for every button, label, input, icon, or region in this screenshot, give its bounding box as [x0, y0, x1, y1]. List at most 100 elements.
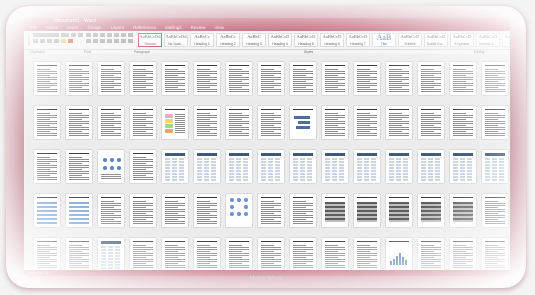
decrease-indent-icon[interactable]	[107, 33, 112, 37]
page-thumbnail[interactable]	[386, 238, 412, 271]
page-thumbnail[interactable]	[194, 194, 220, 227]
font-name-box[interactable]	[33, 33, 59, 37]
bullets-icon[interactable]	[86, 33, 91, 37]
page-thumbnail[interactable]	[354, 106, 380, 139]
page-thumbnail[interactable]	[226, 238, 252, 271]
strikethrough-icon[interactable]	[54, 39, 59, 43]
page-thumbnail[interactable]	[130, 194, 156, 227]
page-thumbnail[interactable]	[386, 150, 412, 183]
page-thumbnail[interactable]	[386, 62, 412, 95]
page-thumbnail[interactable]	[98, 62, 124, 95]
style-no-spac[interactable]: AaBbCcDd No Spac...	[164, 33, 188, 47]
page-thumbnail[interactable]	[162, 106, 188, 139]
page-thumbnail[interactable]	[194, 62, 220, 95]
italic-icon[interactable]	[40, 39, 45, 43]
page-thumbnail[interactable]	[482, 62, 508, 95]
align-left-icon[interactable]	[86, 39, 91, 43]
page-thumbnail[interactable]	[418, 62, 444, 95]
page-thumbnail[interactable]	[450, 194, 476, 227]
page-thumbnail[interactable]	[418, 150, 444, 183]
page-thumbnail[interactable]	[162, 238, 188, 271]
page-thumbnail[interactable]	[66, 194, 92, 227]
page-thumbnail[interactable]	[226, 150, 252, 183]
page-thumbnail[interactable]	[482, 194, 508, 227]
style-heading-5[interactable]: AaBbCcD Heading 5	[294, 33, 318, 47]
page-thumbnail[interactable]	[386, 106, 412, 139]
font-size-box[interactable]	[61, 33, 69, 37]
page-thumbnail[interactable]	[258, 238, 284, 271]
borders-icon[interactable]	[128, 39, 133, 43]
page-thumbnail[interactable]	[34, 194, 60, 227]
style-emphasis[interactable]: AaBbCcD Emphasis	[450, 33, 474, 47]
pilcrow-icon[interactable]	[128, 33, 133, 37]
page-thumbnail[interactable]	[226, 106, 252, 139]
style-title[interactable]: AaB Title	[372, 33, 396, 47]
page-thumbnail[interactable]	[258, 62, 284, 95]
numbering-icon[interactable]	[93, 33, 98, 37]
page-thumbnail[interactable]	[322, 194, 348, 227]
page-thumbnail[interactable]	[226, 62, 252, 95]
page-thumbnail[interactable]	[34, 62, 60, 95]
page-thumbnail[interactable]	[418, 238, 444, 271]
page-thumbnail[interactable]	[322, 62, 348, 95]
page-thumbnail[interactable]	[450, 150, 476, 183]
page-thumbnail[interactable]	[386, 194, 412, 227]
page-thumbnail[interactable]	[450, 106, 476, 139]
page-thumbnail[interactable]	[66, 150, 92, 183]
page-thumbnail[interactable]	[290, 106, 316, 139]
style-normal[interactable]: AaBbCcDd Normal	[138, 33, 162, 47]
page-thumbnail[interactable]	[98, 194, 124, 227]
increase-indent-icon[interactable]	[114, 33, 119, 37]
page-thumbnail[interactable]	[354, 150, 380, 183]
highlight-icon[interactable]	[61, 39, 66, 43]
page-thumbnail[interactable]	[322, 106, 348, 139]
page-thumbnail[interactable]	[98, 238, 124, 271]
page-thumbnail[interactable]	[482, 106, 508, 139]
style-subtle-em[interactable]: AaBbCcD Subtle Em...	[424, 33, 448, 47]
align-right-icon[interactable]	[100, 39, 105, 43]
page-thumbnail[interactable]	[34, 106, 60, 139]
page-thumbnail[interactable]	[418, 194, 444, 227]
style-heading-6[interactable]: AaBbCcD Heading 6	[320, 33, 344, 47]
shrink-font-icon[interactable]	[78, 33, 83, 37]
page-thumbnail[interactable]	[130, 62, 156, 95]
page-thumbnail[interactable]	[290, 150, 316, 183]
paste-button[interactable]	[28, 33, 30, 46]
page-thumbnail[interactable]	[34, 150, 60, 183]
page-thumbnail[interactable]	[98, 150, 124, 183]
page-thumbnail[interactable]	[290, 194, 316, 227]
style-heading-1[interactable]: AaBbCc Heading 1	[190, 33, 214, 47]
page-thumbnail[interactable]	[130, 150, 156, 183]
page-thumbnail[interactable]	[290, 62, 316, 95]
page-thumbnail[interactable]	[130, 106, 156, 139]
bold-icon[interactable]	[33, 39, 38, 43]
page-thumbnail[interactable]	[258, 106, 284, 139]
shading-icon[interactable]	[121, 39, 126, 43]
sort-icon[interactable]	[121, 33, 126, 37]
underline-icon[interactable]	[47, 39, 52, 43]
page-thumbnail[interactable]	[162, 150, 188, 183]
style-heading-4[interactable]: AaBbCcD Heading 4	[268, 33, 292, 47]
page-thumbnail[interactable]	[34, 238, 60, 271]
page-thumbnail[interactable]	[162, 194, 188, 227]
page-thumbnail[interactable]	[450, 238, 476, 271]
page-thumbnail[interactable]	[354, 238, 380, 271]
page-thumbnail[interactable]	[162, 62, 188, 95]
page-thumbnail[interactable]	[98, 106, 124, 139]
font-color-icon[interactable]	[68, 39, 73, 43]
page-thumbnail[interactable]	[354, 194, 380, 227]
page-thumbnail[interactable]	[66, 238, 92, 271]
line-spacing-icon[interactable]	[114, 39, 119, 43]
style-strong[interactable]: AaBbCcD Strong	[502, 33, 510, 47]
page-thumbnail[interactable]	[258, 194, 284, 227]
page-thumbnail[interactable]	[226, 194, 252, 227]
page-thumbnail[interactable]	[258, 150, 284, 183]
style-heading-2[interactable]: AaBbCc Heading 2	[216, 33, 240, 47]
style-heading-7[interactable]: AaBbCcD Heading 7	[346, 33, 370, 47]
page-thumbnail[interactable]	[418, 106, 444, 139]
style-intense-e[interactable]: AaBbCcD Intense E...	[476, 33, 500, 47]
grow-font-icon[interactable]	[71, 33, 76, 37]
page-thumbnail[interactable]	[66, 62, 92, 95]
justify-icon[interactable]	[107, 39, 112, 43]
page-thumbnail[interactable]	[66, 106, 92, 139]
